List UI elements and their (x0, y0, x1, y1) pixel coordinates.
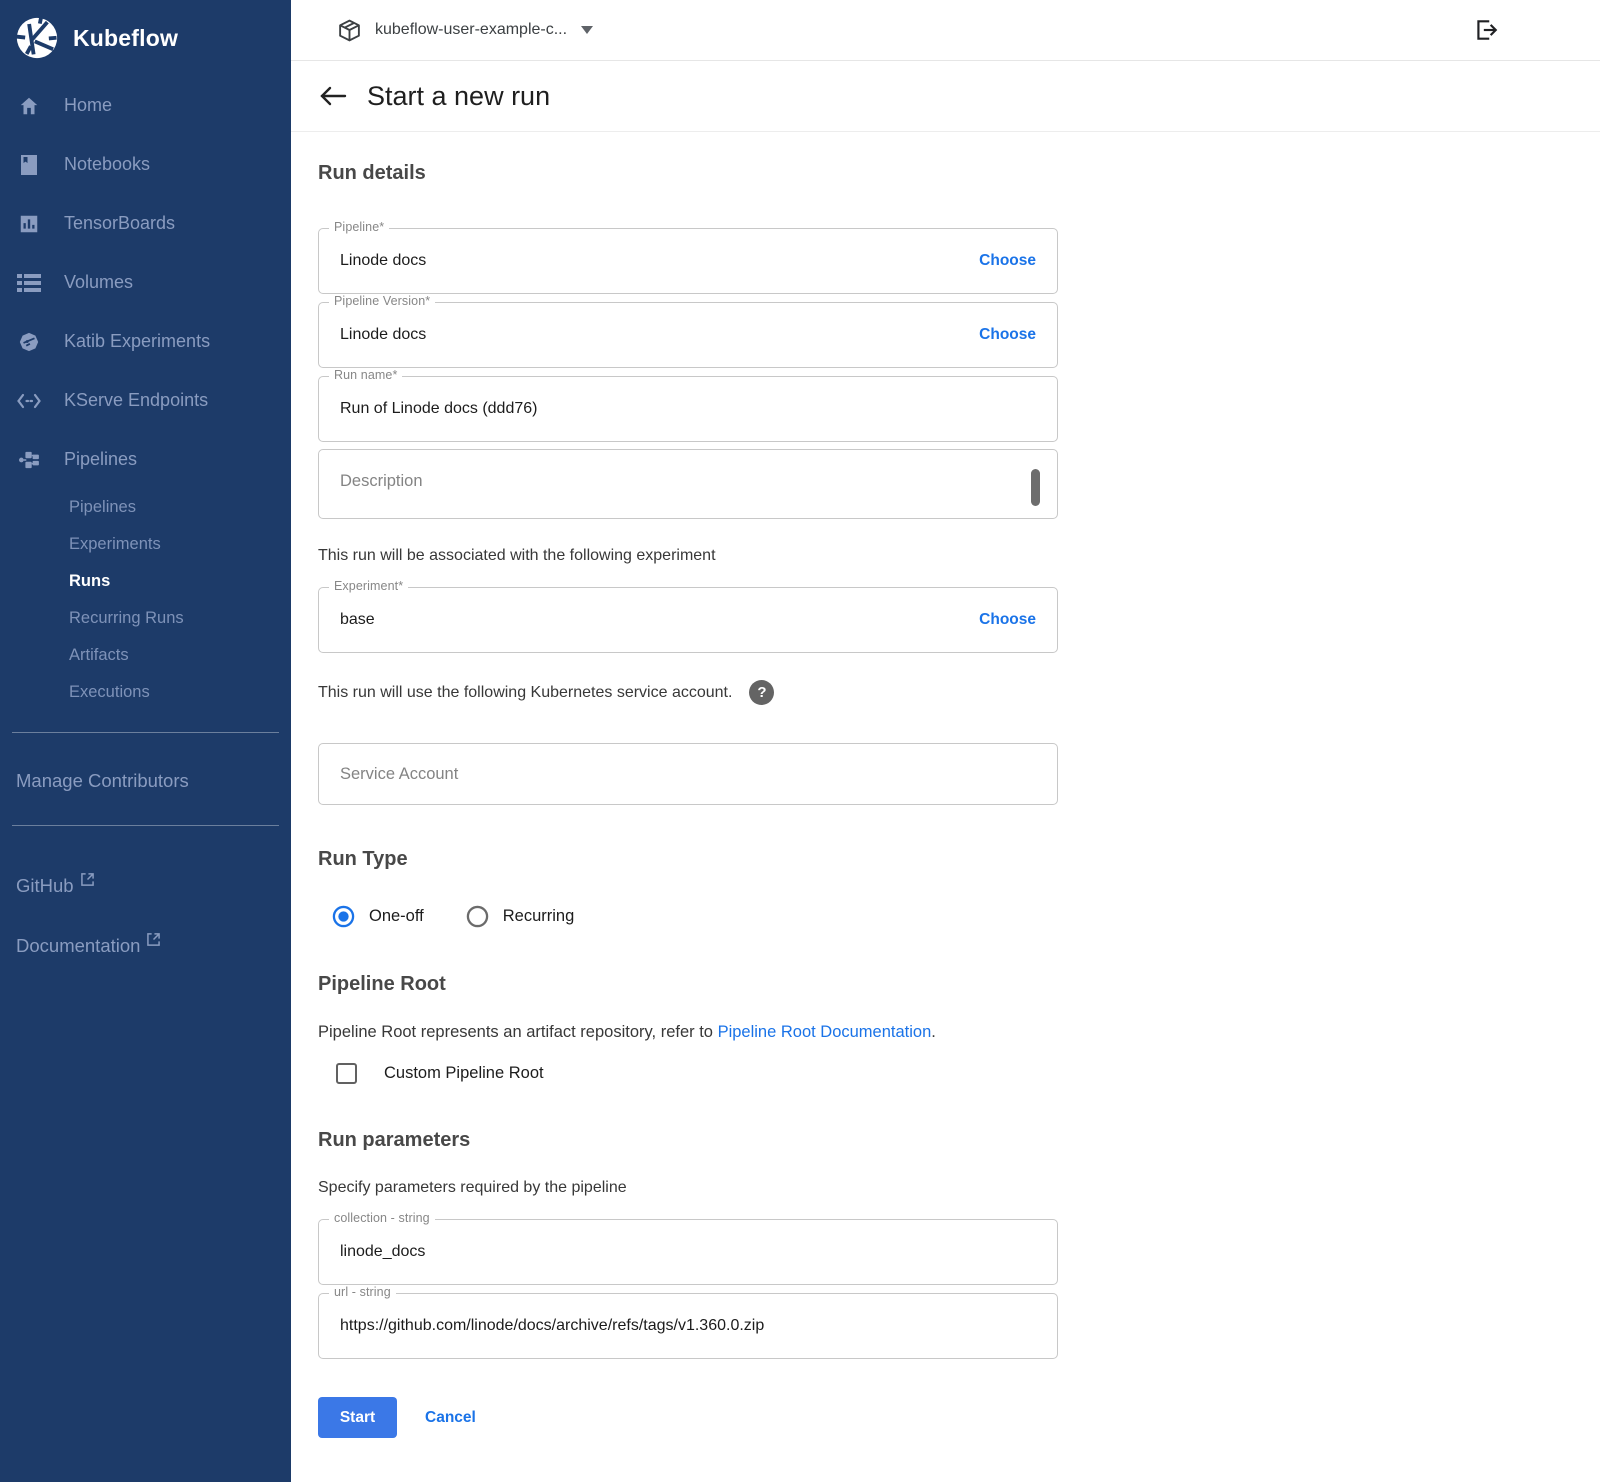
external-link-icon (147, 929, 160, 951)
logout-icon (1473, 17, 1499, 43)
service-account-field[interactable]: Service Account (318, 743, 1058, 805)
cancel-button[interactable]: Cancel (425, 1409, 476, 1427)
experiment-choose-button[interactable]: Choose (979, 611, 1036, 629)
service-account-note: This run will use the following Kubernet… (318, 684, 732, 702)
sidebar-item-notebooks[interactable]: Notebooks (0, 135, 291, 194)
pipeline-root-doc-link[interactable]: Pipeline Root Documentation (718, 1023, 932, 1041)
kserve-icon (17, 389, 41, 413)
sidebar-item-katib-experiments[interactable]: Katib Experiments (0, 312, 291, 371)
sidebar-item-manage-contributors[interactable]: Manage Contributors (0, 757, 291, 804)
experiment-field[interactable]: Experiment* base Choose (318, 587, 1058, 653)
start-button[interactable]: Start (318, 1397, 397, 1438)
sidebar-item-tensorboards[interactable]: TensorBoards (0, 194, 291, 253)
katib-icon (17, 330, 41, 354)
help-icon[interactable]: ? (749, 680, 774, 705)
namespace-cube-icon (337, 18, 362, 43)
home-icon (17, 94, 41, 118)
run-details-heading: Run details (318, 162, 1058, 185)
run-name-field[interactable]: Run name* Run of Linode docs (ddd76) (318, 376, 1058, 442)
experiment-field-value: base (340, 611, 375, 629)
pipeline-version-field-value: Linode docs (340, 326, 426, 344)
topbar: kubeflow-user-example-c... (291, 0, 1600, 61)
sidebar-link-documentation[interactable]: Documentation (0, 926, 291, 966)
pipeline-version-field-label: Pipeline Version* (329, 294, 435, 308)
logout-button[interactable] (1473, 17, 1499, 43)
run-form: Run details Pipeline* Linode docs Choose… (318, 132, 1058, 1482)
pipelines-icon (17, 448, 41, 472)
sidebar-subitem-executions[interactable]: Executions (0, 674, 291, 711)
chevron-down-icon (581, 21, 593, 39)
experiment-field-label: Experiment* (329, 579, 408, 593)
param-collection-label: collection - string (329, 1211, 435, 1225)
sidebar-divider (12, 825, 279, 826)
sidebar-item-pipelines[interactable]: Pipelines (0, 430, 291, 489)
sidebar-subitem-runs[interactable]: Runs (0, 563, 291, 600)
run-type-heading: Run Type (318, 848, 1058, 871)
pipeline-choose-button[interactable]: Choose (979, 252, 1036, 270)
main-area: kubeflow-user-example-c... Start a new (291, 0, 1600, 1482)
run-name-field-label: Run name* (329, 368, 402, 382)
run-parameters-note: Specify parameters required by the pipel… (318, 1179, 1058, 1197)
pipeline-version-choose-button[interactable]: Choose (979, 326, 1036, 344)
param-collection-field[interactable]: collection - string linode_docs (318, 1219, 1058, 1285)
sidebar: Kubeflow Home Notebooks TensorBoards (0, 0, 291, 1482)
sidebar-subitem-artifacts[interactable]: Artifacts (0, 637, 291, 674)
volumes-icon (17, 271, 41, 295)
form-actions: Start Cancel (318, 1397, 1058, 1482)
radio-one-off[interactable]: One-off (332, 905, 424, 928)
custom-pipeline-root-checkbox[interactable] (336, 1063, 357, 1084)
kubeflow-logo-text: Kubeflow (73, 25, 178, 52)
external-link-icon (81, 869, 94, 891)
run-type-options: One-off Recurring (318, 905, 1058, 928)
param-url-value: https://github.com/linode/docs/archive/r… (340, 1317, 764, 1335)
kubeflow-logo-icon (14, 15, 60, 61)
namespace-label: kubeflow-user-example-c... (375, 21, 567, 39)
sidebar-subitem-pipelines[interactable]: Pipelines (0, 489, 291, 526)
service-account-placeholder: Service Account (340, 765, 458, 784)
sidebar-nav: Home Notebooks TensorBoards Volumes (0, 76, 291, 711)
namespace-selector[interactable]: kubeflow-user-example-c... (337, 18, 593, 43)
radio-recurring[interactable]: Recurring (466, 905, 575, 928)
pipeline-root-heading: Pipeline Root (318, 973, 1058, 996)
tensorboards-icon (17, 212, 41, 236)
description-field[interactable]: Description (318, 449, 1058, 519)
pipeline-field[interactable]: Pipeline* Linode docs Choose (318, 228, 1058, 294)
pipeline-version-field[interactable]: Pipeline Version* Linode docs Choose (318, 302, 1058, 368)
run-parameters-heading: Run parameters (318, 1129, 1058, 1152)
sidebar-divider (12, 732, 279, 733)
radio-selected-icon (332, 905, 355, 928)
pipeline-field-value: Linode docs (340, 252, 426, 270)
back-button[interactable] (318, 81, 348, 111)
pipeline-field-label: Pipeline* (329, 220, 389, 234)
sidebar-link-github[interactable]: GitHub (0, 866, 291, 906)
custom-pipeline-root-row: Custom Pipeline Root (318, 1063, 1058, 1084)
sidebar-item-home[interactable]: Home (0, 76, 291, 135)
param-collection-value: linode_docs (340, 1243, 425, 1261)
page-header: Start a new run (291, 61, 1600, 132)
pipeline-root-description: Pipeline Root represents an artifact rep… (318, 1023, 1058, 1042)
param-url-label: url - string (329, 1285, 396, 1299)
sidebar-item-volumes[interactable]: Volumes (0, 253, 291, 312)
sidebar-item-kserve-endpoints[interactable]: KServe Endpoints (0, 371, 291, 430)
custom-pipeline-root-label: Custom Pipeline Root (384, 1064, 544, 1083)
sidebar-subitem-experiments[interactable]: Experiments (0, 526, 291, 563)
radio-unselected-icon (466, 905, 489, 928)
back-arrow-icon (319, 85, 347, 107)
run-name-field-value: Run of Linode docs (ddd76) (340, 400, 537, 418)
description-placeholder: Description (340, 472, 423, 490)
page-title: Start a new run (367, 81, 550, 112)
experiment-note: This run will be associated with the fol… (318, 547, 1058, 565)
description-scrollbar-thumb[interactable] (1031, 469, 1040, 506)
sidebar-subitem-recurring-runs[interactable]: Recurring Runs (0, 600, 291, 637)
kubeflow-logo[interactable]: Kubeflow (0, 0, 291, 76)
param-url-field[interactable]: url - string https://github.com/linode/d… (318, 1293, 1058, 1359)
kubeflow-app: Kubeflow Home Notebooks TensorBoards (0, 0, 1600, 1482)
notebooks-icon (17, 153, 41, 177)
